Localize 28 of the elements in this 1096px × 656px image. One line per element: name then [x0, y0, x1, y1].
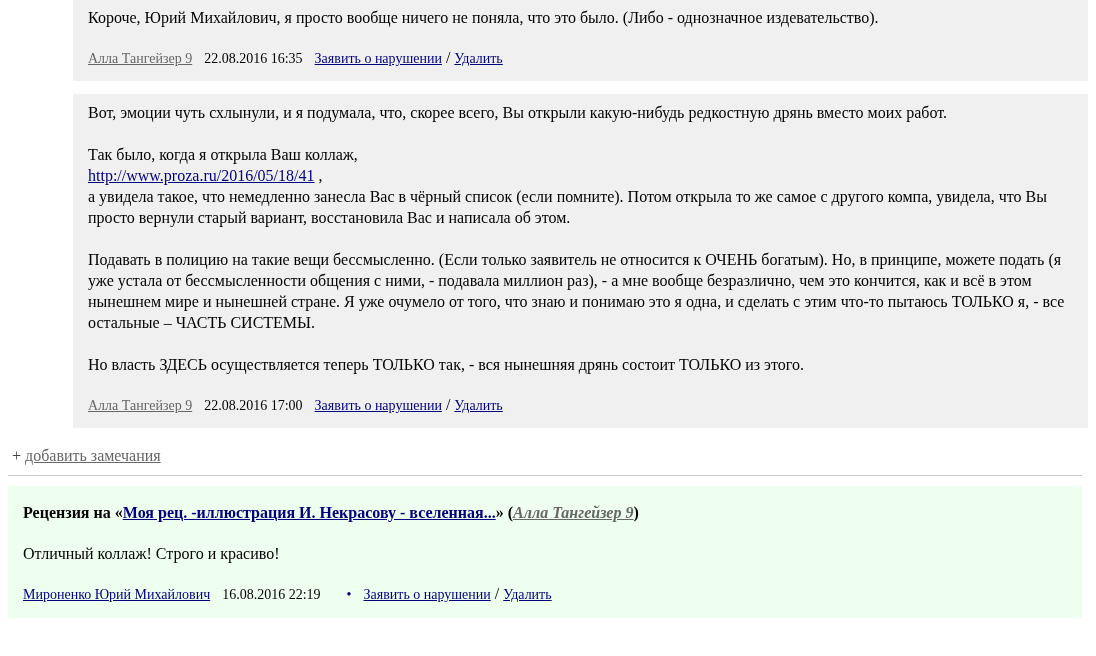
author-link[interactable]: Алла Тангейзер 9: [88, 398, 193, 414]
comment-date: 22.08.2016 16:35: [204, 51, 303, 67]
bullet: •: [346, 587, 352, 603]
delete-link[interactable]: Удалить: [454, 398, 503, 414]
author-link[interactable]: Алла Тангейзер 9: [88, 51, 193, 67]
work-link[interactable]: Моя рец. -иллюстрация И. Некрасову - вселенная...: [122, 504, 496, 521]
report-link[interactable]: Заявить о нарушении: [314, 51, 442, 67]
delete-link[interactable]: Удалить: [454, 51, 503, 67]
report-link[interactable]: Заявить о нарушении: [314, 398, 442, 414]
url-link[interactable]: http://www.proza.ru/2016/05/18/41: [88, 167, 315, 184]
separator: /: [445, 49, 451, 67]
author-link[interactable]: Алла Тангейзер 9: [513, 504, 634, 521]
comment-paragraph: Но власть ЗДЕСЬ осуществляется теперь ТОЛЬКО так, - вся нынешняя дрянь состоит ТОЛЬКО из этого.: [88, 355, 805, 375]
comment-date: 22.08.2016 17:00: [204, 398, 303, 414]
comment-paragraph: Вот, эмоции чуть схлынули, и я подумала, что, скорее всего, Вы открыли какую-нибудь редкостную дрянь вместо моих работ.: [88, 103, 949, 123]
report-link[interactable]: Заявить о нарушении: [363, 587, 491, 603]
comment-paragraph: Короче, Юрий Михайлович, я просто вообще ничего не поняла, что это было. (Либо - однозначное издевательство).: [88, 8, 880, 28]
add-remarks-link[interactable]: добавить замечания: [25, 447, 161, 465]
review-title: Рецензия на «Моя рец. -иллюстрация И. Некрасову - вселенная...» (Алла Тангейзер 9): [23, 503, 640, 523]
separator: /: [445, 396, 451, 414]
plus-sign: +: [12, 447, 22, 465]
comment-paragraph: Подавать в полицию на такие вещи бессмысленно. (Если только заявитель не относится к ОЧЕНЬ богатым). Но, в принципе, можете подать (я уже устала от бессмысленности общения с ними, - подавала миллион раз), - а мне вообще безразлично, чем это кончится, как и всё в этом нынешнем мире и нынешней стране. Я уже очумело от того, что знаю и понимаю это я одна, и сделать с этим что-то пытаюсь ТОЛЬКО я, - все остальные – ЧАСТЬ СИСТЕМЫ.: [88, 250, 1066, 333]
separator: /: [494, 585, 500, 603]
review-date: 16.08.2016 22:19: [222, 587, 321, 603]
comment-paragraph: Так было, когда я открыла Ваш коллаж, http://www.proza.ru/2016/05/18/41 , а увидела такое, что немедленно занесла Вас в чёрный список (если помните). Потом открыла то же самое с другого компа, увидела, что Вы просто вернули старый вариант, восстановила Вас и написала об этом.: [88, 145, 1048, 228]
review-text: Отличный коллаж! Строго и красиво!: [23, 544, 281, 564]
author-link[interactable]: Мироненко Юрий Михайлович: [23, 587, 211, 603]
delete-link[interactable]: Удалить: [503, 587, 552, 603]
